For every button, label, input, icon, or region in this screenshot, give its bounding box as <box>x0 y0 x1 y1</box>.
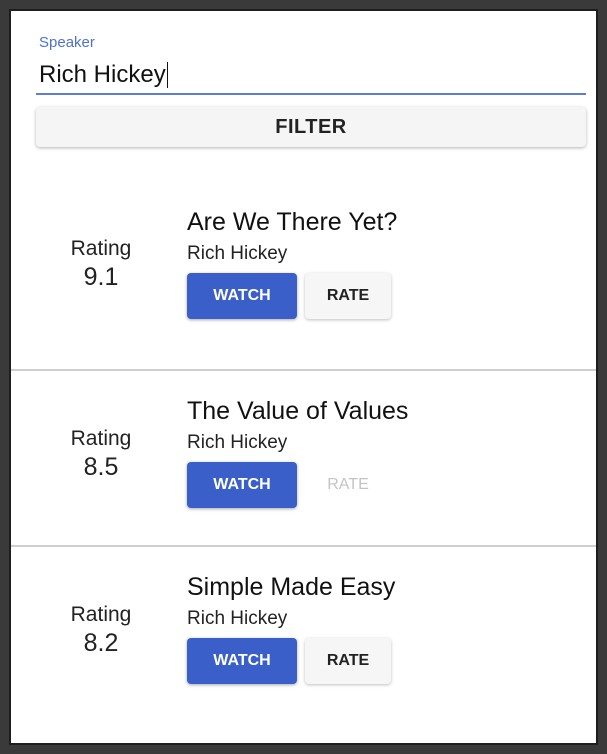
talk-title: The Value of Values <box>187 397 409 425</box>
app-frame: Speaker Rich Hickey FILTER Rating 9.1 Ar… <box>9 9 598 745</box>
watch-button[interactable]: WATCH <box>187 273 297 319</box>
talk-card: Rating 8.5 The Value of Values Rich Hick… <box>11 369 596 547</box>
talk-actions: WATCH RATE <box>187 273 397 319</box>
talk-speaker: Rich Hickey <box>187 608 288 629</box>
rating-label: Rating <box>70 427 132 450</box>
rating-value: 8.5 <box>83 453 119 481</box>
talk-info: Are We There Yet? Rich Hickey WATCH RATE <box>187 208 397 319</box>
speaker-input[interactable]: Rich Hickey <box>39 61 168 89</box>
speaker-search-field[interactable]: Speaker Rich Hickey <box>36 31 586 95</box>
speaker-field-label: Speaker <box>39 34 95 51</box>
filter-button[interactable]: FILTER <box>36 107 586 147</box>
talk-card: Rating 9.1 Are We There Yet? Rich Hickey… <box>11 173 596 349</box>
rating-value: 8.2 <box>83 629 119 657</box>
rate-button[interactable]: RATE <box>305 638 391 684</box>
talk-info: Simple Made Easy Rich Hickey WATCH RATE <box>187 573 395 684</box>
talk-speaker: Rich Hickey <box>187 432 288 453</box>
rate-button[interactable]: RATE <box>305 273 391 319</box>
text-caret <box>166 62 168 88</box>
rating-label: Rating <box>70 237 132 260</box>
talk-info: The Value of Values Rich Hickey WATCH RA… <box>187 397 408 508</box>
talk-actions: WATCH RATE <box>187 638 395 684</box>
rating-value: 9.1 <box>83 263 119 291</box>
rating-display: Rating 8.5 <box>41 427 161 482</box>
watch-button[interactable]: WATCH <box>187 462 297 508</box>
talk-actions: WATCH RATE <box>187 462 408 508</box>
talk-title: Simple Made Easy <box>187 573 396 601</box>
rating-display: Rating 8.2 <box>41 603 161 658</box>
talk-speaker: Rich Hickey <box>187 243 288 264</box>
watch-button[interactable]: WATCH <box>187 638 297 684</box>
talk-card: Rating 8.2 Simple Made Easy Rich Hickey … <box>11 545 596 723</box>
rating-display: Rating 9.1 <box>41 237 161 292</box>
rating-label: Rating <box>70 603 132 626</box>
rate-button-disabled: RATE <box>305 462 391 508</box>
talk-title: Are We There Yet? <box>187 208 398 236</box>
speaker-input-value: Rich Hickey <box>39 61 166 88</box>
